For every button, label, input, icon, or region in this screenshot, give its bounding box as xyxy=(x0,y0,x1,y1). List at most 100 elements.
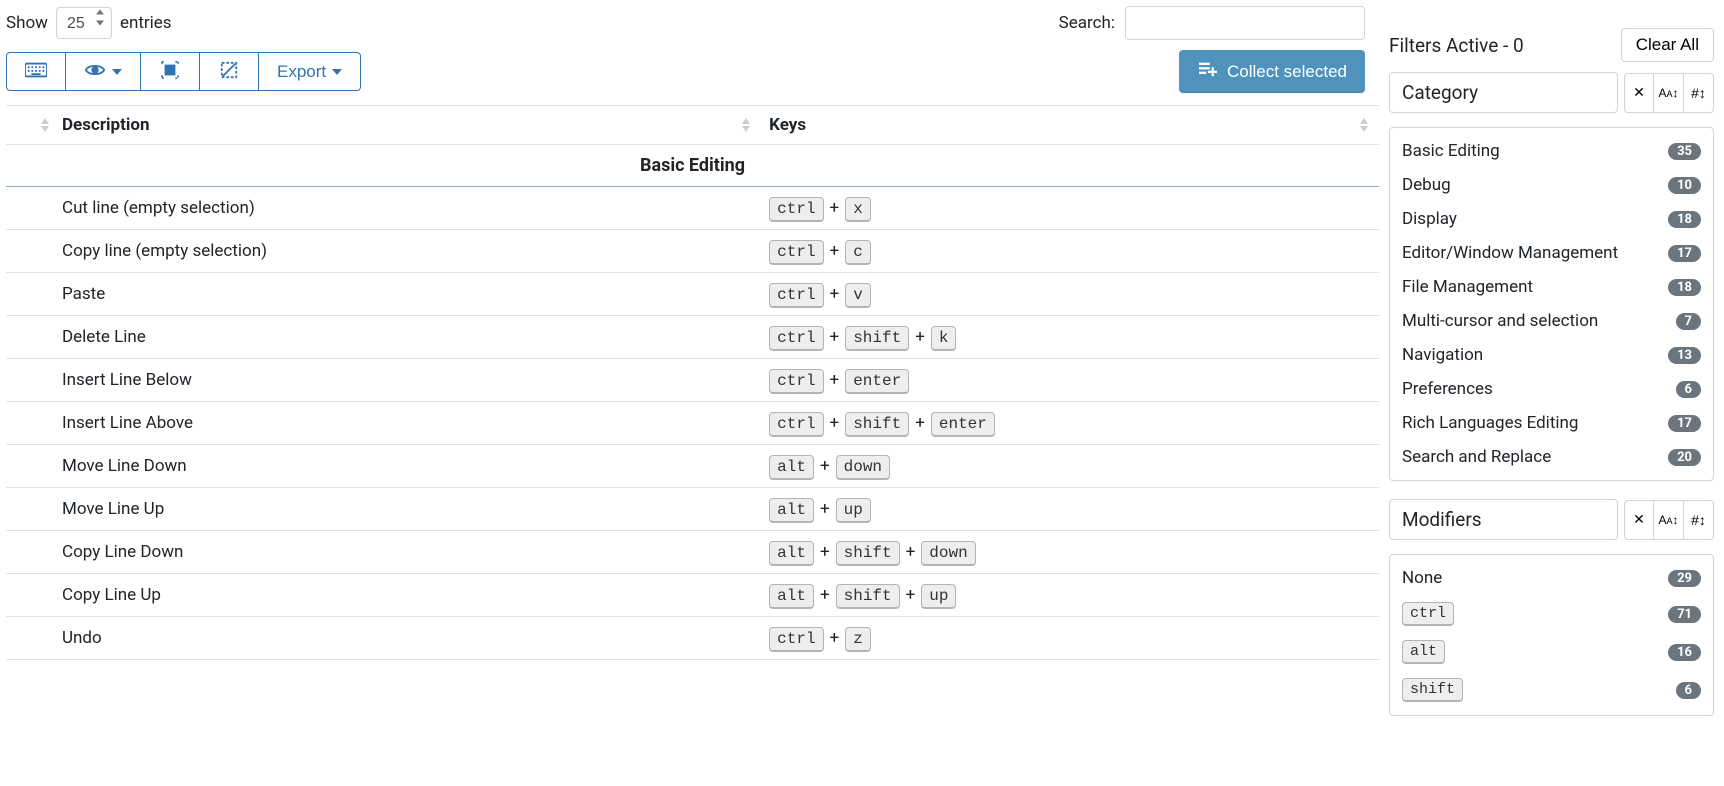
category-sort-alpha-button[interactable]: AA↕ xyxy=(1654,73,1684,113)
category-count: 17 xyxy=(1668,245,1701,262)
table-row[interactable]: Copy line (empty selection)ctrl+c xyxy=(6,230,1379,273)
modifier-item[interactable]: shift6 xyxy=(1390,671,1713,709)
row-keys: ctrl+x xyxy=(761,187,1379,230)
key: ctrl xyxy=(769,627,823,652)
deselect-button[interactable] xyxy=(199,52,259,91)
modifiers-clear-button[interactable]: ✕ xyxy=(1624,500,1654,540)
category-item[interactable]: Debug10 xyxy=(1390,168,1713,202)
collect-selected-button[interactable]: Collect selected xyxy=(1179,50,1365,93)
category-count: 7 xyxy=(1676,313,1701,330)
category-label: Display xyxy=(1402,209,1457,229)
sort-count-icon: #↕ xyxy=(1691,85,1706,101)
row-keys: alt+down xyxy=(761,445,1379,488)
category-item[interactable]: Preferences6 xyxy=(1390,372,1713,406)
row-keys: ctrl+z xyxy=(761,617,1379,660)
category-label: Search and Replace xyxy=(1402,447,1551,467)
row-keys: ctrl+enter xyxy=(761,359,1379,402)
modifiers-sort-count-button[interactable]: #↕ xyxy=(1684,500,1714,540)
shortcuts-table: Description Keys Basic EditingCut line (… xyxy=(6,105,1379,660)
row-description: Insert Line Below xyxy=(6,359,761,402)
category-label: Rich Languages Editing xyxy=(1402,413,1578,433)
table-row[interactable]: Copy Line Upalt+shift+up xyxy=(6,574,1379,617)
table-row[interactable]: Copy Line Downalt+shift+down xyxy=(6,531,1379,574)
table-row[interactable]: Insert Line Abovectrl+shift+enter xyxy=(6,402,1379,445)
entries-selector: Show 25 entries xyxy=(6,7,172,39)
modifier-count: 71 xyxy=(1668,606,1701,623)
sort-alpha-icon: AA↕ xyxy=(1658,86,1678,100)
category-item[interactable]: Display18 xyxy=(1390,202,1713,236)
row-description: Copy line (empty selection) xyxy=(6,230,761,273)
col-description[interactable]: Description xyxy=(6,106,761,145)
category-sort-count-button[interactable]: #↕ xyxy=(1684,73,1714,113)
key: alt xyxy=(769,455,814,480)
modifier-item[interactable]: alt16 xyxy=(1390,633,1713,671)
category-item[interactable]: Editor/Window Management 17 xyxy=(1390,236,1713,270)
category-item[interactable]: Navigation 13 xyxy=(1390,338,1713,372)
toolbar-buttons: Export xyxy=(6,52,361,91)
category-label: File Management xyxy=(1402,277,1533,297)
filters-title: Filters Active - 0 xyxy=(1389,34,1524,57)
row-keys: ctrl+shift+enter xyxy=(761,402,1379,445)
modifiers-header: Modifiers ✕ AA↕ #↕ xyxy=(1389,499,1714,540)
table-row[interactable]: Move Line Upalt+up xyxy=(6,488,1379,531)
key: down xyxy=(921,541,975,566)
group-header: Basic Editing xyxy=(6,145,1379,187)
table-row[interactable]: Cut line (empty selection)ctrl+x xyxy=(6,187,1379,230)
toolbar: Export Collect selected xyxy=(6,50,1379,93)
category-item[interactable]: Multi-cursor and selection7 xyxy=(1390,304,1713,338)
select-all-button[interactable] xyxy=(140,52,200,91)
table-row[interactable]: Delete Linectrl+shift+k xyxy=(6,316,1379,359)
clear-all-button[interactable]: Clear All xyxy=(1621,28,1714,62)
category-count: 13 xyxy=(1668,347,1701,364)
key: z xyxy=(845,627,871,652)
modifiers-title: Modifiers xyxy=(1389,499,1618,540)
row-description: Copy Line Up xyxy=(6,574,761,617)
table-row[interactable]: Insert Line Belowctrl+enter xyxy=(6,359,1379,402)
category-count: 10 xyxy=(1668,177,1701,194)
modifiers-sort-alpha-button[interactable]: AA↕ xyxy=(1654,500,1684,540)
category-item[interactable]: Rich Languages Editing17 xyxy=(1390,406,1713,440)
col-keys[interactable]: Keys xyxy=(761,106,1379,145)
key: ctrl xyxy=(769,197,823,222)
row-keys: ctrl+c xyxy=(761,230,1379,273)
row-keys: ctrl+shift+k xyxy=(761,316,1379,359)
visibility-button[interactable] xyxy=(65,52,141,91)
category-count: 18 xyxy=(1668,279,1701,296)
category-item[interactable]: Search and Replace 20 xyxy=(1390,440,1713,474)
category-count: 20 xyxy=(1668,449,1701,466)
row-description: Move Line Up xyxy=(6,488,761,531)
key: enter xyxy=(931,412,995,437)
key: alt xyxy=(769,584,814,609)
key: shift xyxy=(836,584,900,609)
category-clear-button[interactable]: ✕ xyxy=(1624,73,1654,113)
keyboard-button[interactable] xyxy=(6,52,66,91)
row-description: Paste xyxy=(6,273,761,316)
table-row[interactable]: Move Line Downalt+down xyxy=(6,445,1379,488)
filters-header: Filters Active - 0 Clear All xyxy=(1389,28,1714,62)
modifier-count: 6 xyxy=(1676,682,1701,699)
search-input[interactable] xyxy=(1125,6,1365,40)
category-header: Category ✕ AA↕ #↕ xyxy=(1389,72,1714,113)
show-label-pre: Show xyxy=(6,13,48,33)
row-keys: alt+up xyxy=(761,488,1379,531)
playlist-add-icon xyxy=(1197,60,1219,83)
key: up xyxy=(921,584,956,609)
category-item[interactable]: File Management 18 xyxy=(1390,270,1713,304)
deselect-icon xyxy=(218,61,240,82)
table-row[interactable]: Undoctrl+z xyxy=(6,617,1379,660)
table-row[interactable]: Pastectrl+v xyxy=(6,273,1379,316)
entries-select[interactable]: 25 xyxy=(56,7,112,39)
category-label: Editor/Window Management xyxy=(1402,243,1618,263)
row-description: Copy Line Down xyxy=(6,531,761,574)
modifier-item[interactable]: None29 xyxy=(1390,561,1713,595)
collect-label: Collect selected xyxy=(1227,62,1347,82)
modifier-item[interactable]: ctrl71 xyxy=(1390,595,1713,633)
export-button[interactable]: Export xyxy=(258,52,361,91)
category-count: 6 xyxy=(1676,381,1701,398)
row-description: Insert Line Above xyxy=(6,402,761,445)
key: k xyxy=(931,326,957,351)
category-label: Navigation xyxy=(1402,345,1483,365)
key: enter xyxy=(845,369,909,394)
category-item[interactable]: Basic Editing35 xyxy=(1390,134,1713,168)
key: shift xyxy=(845,326,909,351)
